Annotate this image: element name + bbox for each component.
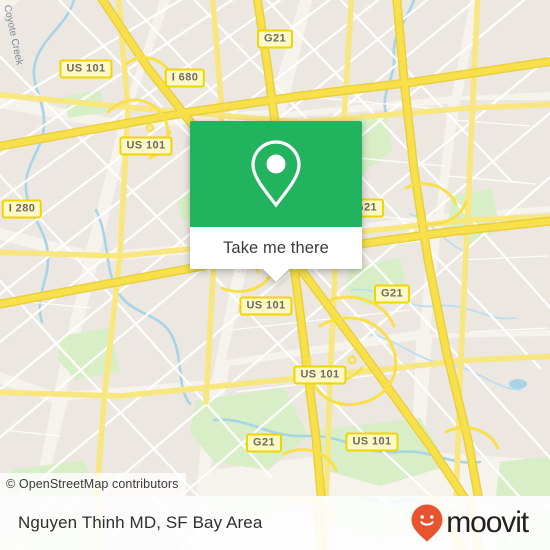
highway-shield[interactable]: I 280: [1, 199, 43, 219]
highway-shield[interactable]: US 101: [293, 365, 347, 385]
highway-shield[interactable]: US 101: [345, 432, 399, 452]
highway-shield[interactable]: US 101: [239, 296, 293, 316]
highway-shield[interactable]: G21: [374, 284, 410, 304]
bottom-bar: Nguyen Thinh MD, SF Bay Area moovit: [0, 496, 550, 550]
map-attribution[interactable]: © OpenStreetMap contributors: [0, 473, 186, 496]
callout-tail: [263, 269, 289, 282]
take-me-there-callout[interactable]: Take me there: [190, 121, 362, 282]
highway-shield[interactable]: G21: [246, 433, 282, 453]
callout-header: [190, 121, 362, 227]
moovit-logo[interactable]: moovit: [410, 503, 529, 543]
take-me-there-label: Take me there: [223, 238, 329, 257]
map-pin-icon: [251, 140, 301, 208]
highway-shield[interactable]: US 101: [59, 59, 113, 79]
moovit-smiley-pin-icon: [411, 504, 443, 542]
place-title: Nguyen Thinh MD, SF Bay Area: [18, 513, 263, 532]
moovit-wordmark: moovit: [446, 506, 529, 539]
callout-footer[interactable]: Take me there: [190, 227, 362, 282]
moovit-map-page: Coyote Creek G21 US 101 I 680 US 101 I 2…: [0, 0, 550, 550]
highway-shield[interactable]: I 680: [164, 68, 206, 88]
highway-shield[interactable]: US 101: [119, 136, 173, 156]
highway-shield[interactable]: G21: [257, 29, 293, 49]
